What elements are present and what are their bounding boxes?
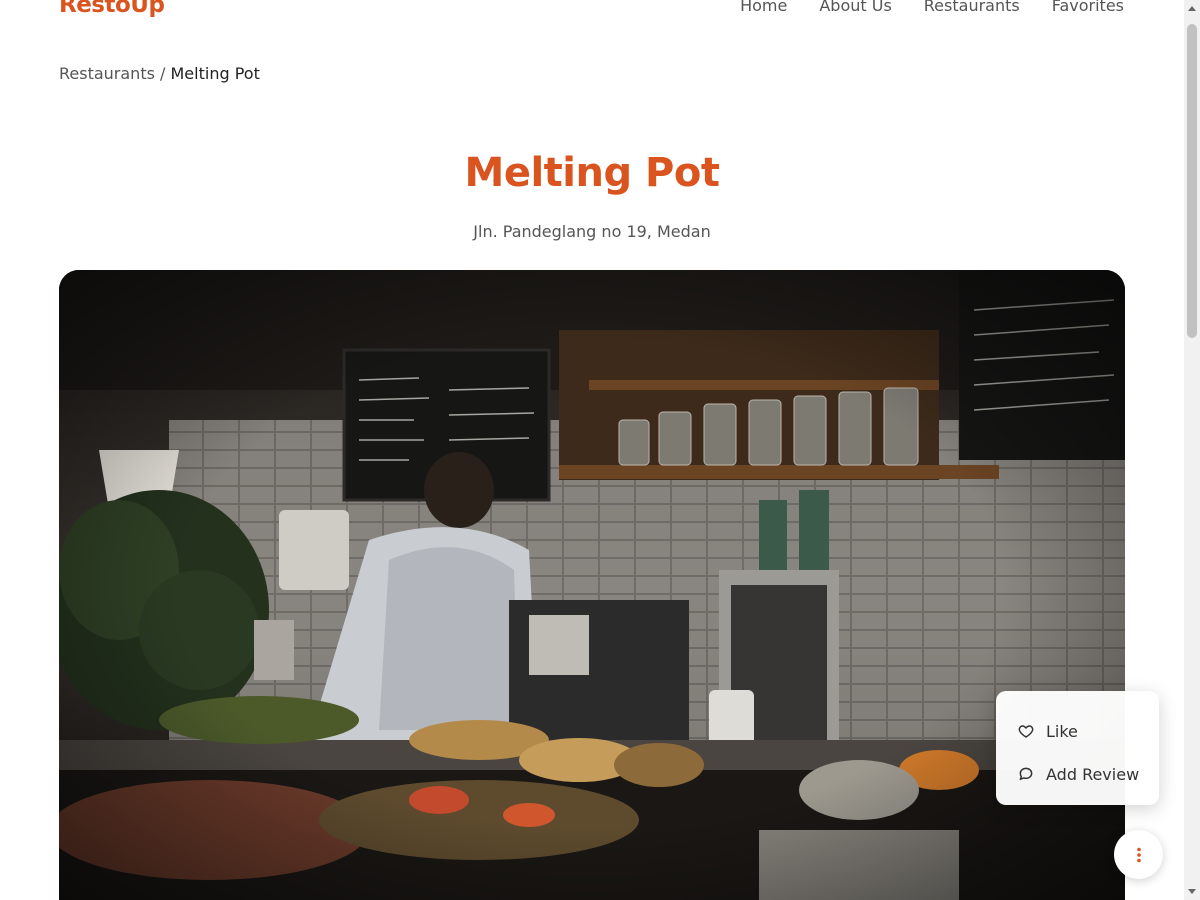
like-button[interactable]: Like: [996, 713, 1159, 749]
breadcrumb-current: Melting Pot: [170, 64, 260, 83]
brand-logo[interactable]: RestoUp: [59, 0, 165, 18]
restaurant-title: Melting Pot: [464, 150, 720, 196]
site-header: RestoUp Home About Us Restaurants Favori…: [0, 0, 1184, 30]
nav-favorites[interactable]: Favorites: [1052, 0, 1124, 15]
comment-icon: [1019, 767, 1033, 781]
scroll-down-arrow-icon[interactable]: [1188, 889, 1196, 894]
heart-icon: [1018, 725, 1034, 738]
scroll-thumb[interactable]: [1187, 24, 1197, 338]
breadcrumb: Restaurants / Melting Pot: [59, 64, 260, 83]
more-vertical-icon: [1136, 847, 1141, 862]
breadcrumb-restaurants-link[interactable]: Restaurants: [59, 64, 155, 83]
add-review-label: Add Review: [1046, 764, 1140, 784]
page-scrollbar[interactable]: [1184, 0, 1200, 900]
fab-toggle-button[interactable]: [1114, 830, 1163, 879]
main-nav: Home About Us Restaurants Favorites: [740, 0, 1124, 15]
add-review-button[interactable]: Add Review: [996, 756, 1159, 792]
cafe-interior-photo: [59, 270, 1125, 900]
nav-home[interactable]: Home: [740, 0, 787, 15]
breadcrumb-separator: /: [154, 64, 171, 83]
nav-restaurants[interactable]: Restaurants: [924, 0, 1020, 15]
restaurant-address: Jln. Pandeglang no 19, Medan: [473, 222, 711, 241]
restaurant-hero-image: [59, 270, 1125, 900]
nav-about-us[interactable]: About Us: [819, 0, 891, 15]
fab-menu: Like Add Review: [996, 691, 1159, 805]
scroll-up-arrow-icon[interactable]: [1188, 6, 1196, 11]
like-label: Like: [1046, 721, 1078, 741]
